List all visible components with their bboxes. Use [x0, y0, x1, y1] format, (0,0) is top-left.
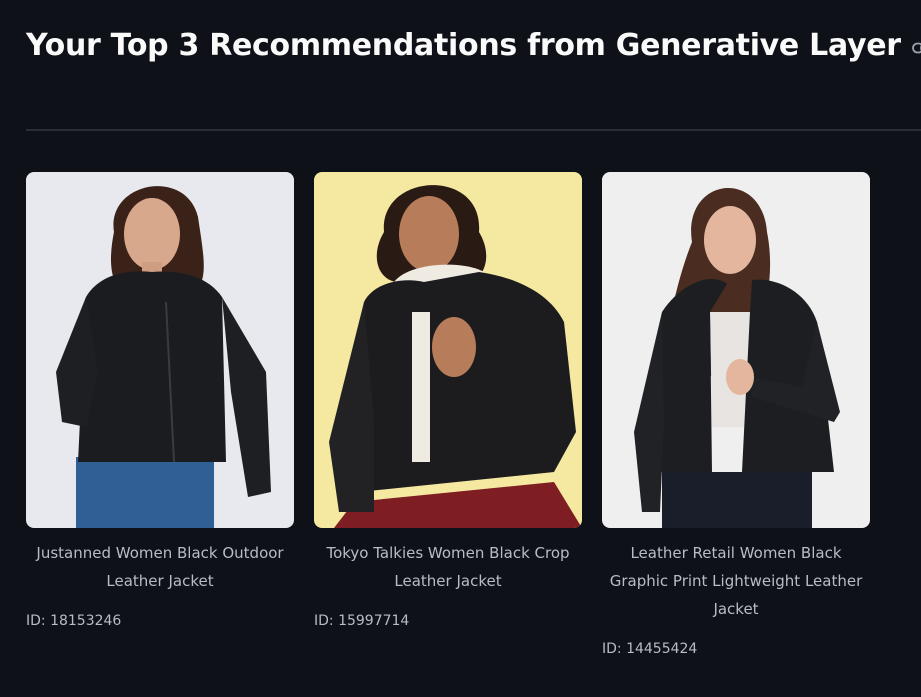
product-card: Justanned Women Black Outdoor Leather Ja… [26, 172, 294, 629]
product-card: Tokyo Talkies Women Black Crop Leather J… [314, 172, 582, 629]
section-header: Your Top 3 Recommendations from Generati… [26, 28, 921, 63]
product-id: ID: 18153246 [26, 613, 122, 629]
product-id: ID: 14455424 [602, 641, 698, 657]
product-image[interactable] [602, 172, 870, 528]
page-title: Your Top 3 Recommendations from Generati… [26, 28, 901, 63]
product-image[interactable] [314, 172, 582, 528]
product-name: Tokyo Talkies Women Black Crop Leather J… [326, 544, 570, 590]
product-card: Leather Retail Women Black Graphic Print… [602, 172, 870, 657]
link-icon[interactable] [911, 37, 921, 59]
product-name: Justanned Women Black Outdoor Leather Ja… [36, 544, 284, 590]
recommendation-list: Justanned Women Black Outdoor Leather Ja… [26, 172, 921, 692]
product-name: Leather Retail Women Black Graphic Print… [609, 544, 863, 618]
section-divider [26, 129, 921, 131]
product-image[interactable] [26, 172, 294, 528]
product-id: ID: 15997714 [314, 613, 410, 629]
recommendations-page: Your Top 3 Recommendations from Generati… [0, 0, 921, 697]
